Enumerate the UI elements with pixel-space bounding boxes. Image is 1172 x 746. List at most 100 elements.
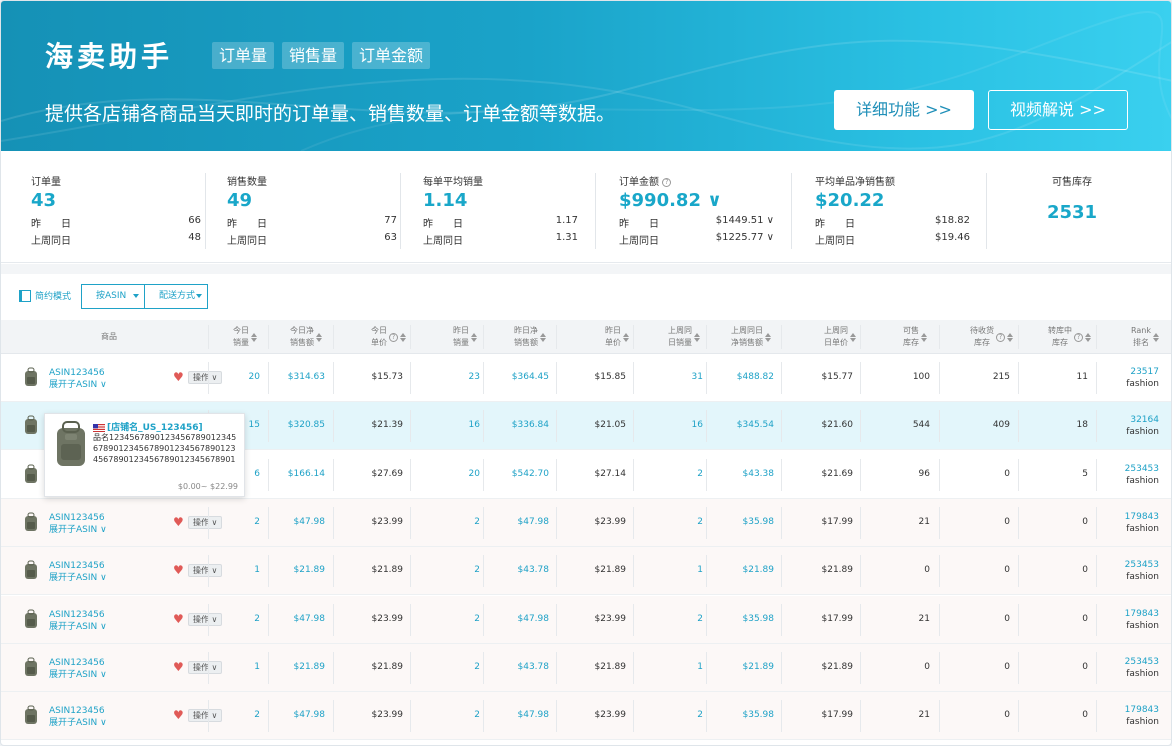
expand-child-asin-link[interactable]: 展开子ASIN ∨	[49, 572, 107, 584]
table-cell[interactable]: $43.78	[518, 662, 550, 672]
favorite-heart-icon[interactable]: ♥	[173, 613, 184, 625]
sort-icon[interactable]	[694, 332, 700, 342]
stat-value[interactable]: $990.82 ∨	[619, 190, 774, 211]
table-row[interactable]: ASIN123456 展开子ASIN ∨ ♥ 操作 ∨ 1 $21.89 $21.89 2 $4…	[1, 547, 1171, 596]
table-cell[interactable]: $488.82	[737, 372, 774, 382]
product-thumbnail[interactable]	[23, 560, 39, 580]
table-cell[interactable]: 2	[474, 614, 480, 624]
column-header[interactable]: 今日 单价?	[371, 325, 406, 349]
table-cell[interactable]: $320.85	[288, 420, 325, 430]
product-thumbnail[interactable]	[23, 609, 39, 629]
table-cell[interactable]: 2	[474, 517, 480, 527]
product-thumbnail[interactable]	[23, 367, 39, 387]
action-dropdown[interactable]: 操作 ∨	[188, 660, 223, 674]
favorite-heart-icon[interactable]: ♥	[173, 564, 184, 576]
table-cell[interactable]: 31	[692, 372, 703, 382]
table-row[interactable]: ASIN123456 展开子ASIN ∨ ♥ 操作 ∨ 2 $47.98 $23.99 2 $4…	[1, 498, 1171, 547]
asin-link[interactable]: ASIN123456	[49, 705, 107, 717]
table-cell[interactable]: $35.98	[743, 710, 775, 720]
table-cell[interactable]: 2	[474, 565, 480, 575]
table-cell[interactable]: $47.98	[294, 614, 326, 624]
column-header[interactable]: 今日 销量	[233, 325, 257, 349]
column-header[interactable]: Rank 排名	[1131, 325, 1159, 349]
sort-icon[interactable]	[921, 332, 927, 342]
table-cell[interactable]: 1	[697, 662, 703, 672]
rank-number[interactable]: 179843	[1125, 511, 1159, 523]
product-thumbnail[interactable]	[23, 415, 39, 435]
action-dropdown[interactable]: 操作 ∨	[188, 564, 223, 578]
action-dropdown[interactable]: 操作 ∨	[188, 612, 223, 626]
help-icon[interactable]: ?	[389, 332, 398, 342]
rank-number[interactable]: 32164	[1126, 414, 1159, 426]
table-cell[interactable]: $166.14	[288, 469, 325, 479]
sort-icon[interactable]	[471, 332, 477, 342]
table-cell[interactable]: 2	[697, 710, 703, 720]
sort-icon[interactable]	[850, 332, 856, 342]
column-header[interactable]: 待收货 库存?	[970, 325, 1013, 349]
simple-mode-toggle[interactable]: 简约模式	[19, 289, 71, 302]
sort-icon[interactable]	[623, 332, 629, 342]
asin-link[interactable]: ASIN123456	[49, 367, 107, 379]
sort-icon[interactable]	[765, 332, 771, 342]
table-cell[interactable]: 2	[254, 710, 260, 720]
table-cell[interactable]: $21.89	[294, 662, 326, 672]
column-header[interactable]: 昨日 单价	[605, 325, 629, 349]
table-cell[interactable]: 2	[254, 614, 260, 624]
table-cell[interactable]: 20	[469, 469, 480, 479]
table-cell[interactable]: $35.98	[743, 517, 775, 527]
table-cell[interactable]: $47.98	[518, 517, 550, 527]
sort-icon[interactable]	[316, 332, 322, 342]
sort-icon[interactable]	[400, 332, 406, 342]
table-cell[interactable]: $47.98	[294, 517, 326, 527]
column-header[interactable]: 转库中 库存?	[1048, 325, 1091, 349]
table-cell[interactable]: 1	[697, 565, 703, 575]
table-row[interactable]: ASIN123456 展开子ASIN ∨ ♥ 操作 ∨ 2 $47.98 $23.99 2 $4…	[1, 595, 1171, 644]
table-cell[interactable]: $43.78	[518, 565, 550, 575]
table-cell[interactable]: 2	[697, 614, 703, 624]
product-thumbnail[interactable]	[23, 705, 39, 725]
table-cell[interactable]: $35.98	[743, 614, 775, 624]
rank-number[interactable]: 179843	[1125, 608, 1159, 620]
table-cell[interactable]: $47.98	[294, 710, 326, 720]
table-cell[interactable]: 20	[249, 372, 260, 382]
sort-icon[interactable]	[540, 332, 546, 342]
column-header[interactable]: 上周同 日销量	[668, 325, 700, 349]
table-cell[interactable]: 2	[254, 517, 260, 527]
rank-number[interactable]: 253453	[1125, 656, 1159, 668]
table-row[interactable]: ASIN123456 展开子ASIN ∨ ♥ 操作 ∨ 2 $47.98 $23.99 2 $4…	[1, 692, 1171, 741]
table-cell[interactable]: $21.89	[294, 565, 326, 575]
expand-child-asin-link[interactable]: 展开子ASIN ∨	[49, 669, 107, 681]
column-header[interactable]: 昨日净 销售额	[514, 325, 546, 349]
table-row[interactable]: ASIN123456 展开子ASIN ∨ ♥ 操作 ∨ 20 $314.63 $15.73 2…	[1, 354, 1171, 402]
help-icon[interactable]: ?	[996, 332, 1005, 342]
asin-link[interactable]: ASIN123456	[49, 512, 107, 524]
table-cell[interactable]: $345.54	[737, 420, 774, 430]
expand-child-asin-link[interactable]: 展开子ASIN ∨	[49, 717, 107, 729]
table-cell[interactable]: 2	[474, 710, 480, 720]
table-cell[interactable]: $336.84	[512, 420, 549, 430]
table-cell[interactable]: $542.70	[512, 469, 549, 479]
product-thumbnail[interactable]	[23, 464, 39, 484]
table-cell[interactable]: 2	[697, 469, 703, 479]
product-thumbnail[interactable]	[23, 657, 39, 677]
column-header[interactable]: 上周同 日单价	[824, 325, 856, 349]
table-cell[interactable]: $21.89	[743, 565, 775, 575]
video-button[interactable]: 视频解说 >>	[988, 90, 1128, 130]
table-cell[interactable]: $364.45	[512, 372, 549, 382]
table-cell[interactable]: $47.98	[518, 710, 550, 720]
rank-number[interactable]: 23517	[1126, 366, 1159, 378]
favorite-heart-icon[interactable]: ♥	[173, 516, 184, 528]
help-icon[interactable]: ?	[1074, 332, 1083, 342]
column-header[interactable]: 昨日 销量	[453, 325, 477, 349]
asin-link[interactable]: ASIN123456	[49, 657, 107, 669]
table-cell[interactable]: $47.98	[518, 614, 550, 624]
table-cell[interactable]: 6	[254, 469, 260, 479]
table-cell[interactable]: $314.63	[288, 372, 325, 382]
action-dropdown[interactable]: 操作 ∨	[188, 371, 223, 384]
table-cell[interactable]: $43.38	[743, 469, 775, 479]
column-header[interactable]: 可售 库存	[903, 325, 927, 349]
table-cell[interactable]: 23	[469, 372, 480, 382]
detail-button[interactable]: 详细功能 >>	[834, 90, 974, 130]
sort-icon[interactable]	[1153, 332, 1159, 342]
table-cell[interactable]: 1	[254, 565, 260, 575]
